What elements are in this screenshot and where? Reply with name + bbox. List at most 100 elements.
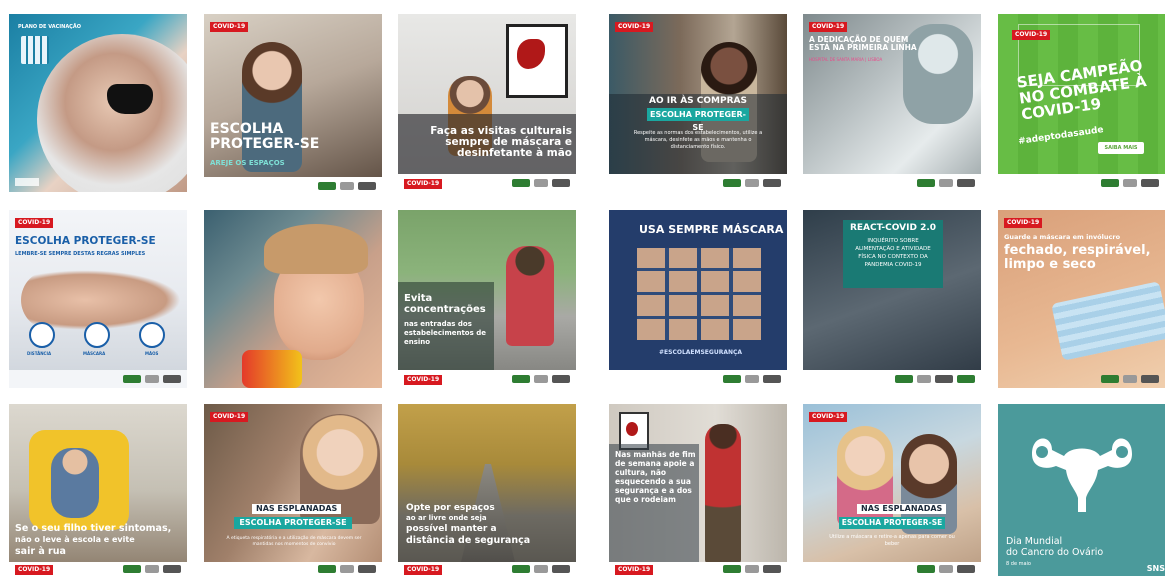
tile-body: Respeite as normas dos estabelecimentos,… (633, 130, 763, 150)
tile-footer: COVID-19 (398, 370, 576, 388)
covid-badge: COVID-19 (809, 412, 848, 422)
tile-footer (803, 370, 981, 388)
covid-badge: COVID-19 (210, 22, 249, 32)
tile-title: USA SEMPRE MÁSCARA (639, 223, 784, 236)
post-tile-mask-storage[interactable]: COVID-19 Guarde a máscara em invólucro f… (998, 210, 1165, 388)
covid-badge: COVID-19 (404, 179, 443, 189)
tile-title: NAS ESPLANADAS (252, 504, 342, 515)
person-shape (705, 424, 741, 564)
tile-title: A DEDICAÇÃO DE QUEM ESTÁ NA PRIMEIRA LIN… (809, 35, 917, 52)
uterus-icon (1032, 438, 1132, 512)
tile-title: REACT-COVID 2.0 (849, 223, 937, 233)
vaccine-vials-icon (21, 36, 49, 64)
tile-title: ESCOLHA PROTEGER-SE (210, 121, 320, 152)
tile-footer (204, 562, 382, 576)
tile-footer (998, 174, 1165, 192)
post-tile-ventilation[interactable]: COVID-19 ESCOLHA PROTEGER-SE AREJE OS ES… (204, 14, 382, 192)
icon-label-mask: MÁSCARA (83, 351, 106, 356)
tile-footer (609, 370, 787, 388)
tile-title-line3: sair à rua (15, 546, 66, 557)
tile-title: fechado, respirável, limpo e seco (1004, 243, 1151, 272)
tile-title: Faça as visitas culturais sempre de másc… (430, 125, 572, 160)
tile-footer: COVID-19 (609, 562, 787, 576)
covid-badge: COVID-19 (615, 565, 654, 575)
mask-shape (107, 84, 153, 114)
tile-body: INQUÉRITO SOBRE ALIMENTAÇÃO E ATIVIDADE … (855, 238, 931, 268)
post-tile-avoid-crowds[interactable]: Evita concentrações nas entradas dos est… (398, 210, 576, 388)
sns-logo: SNS (1146, 564, 1165, 573)
tile-badge: PLANO DE VACINAÇÃO (18, 24, 81, 30)
covid-badge: COVID-19 (615, 22, 654, 32)
tile-title-line3: possível manter a (406, 524, 497, 534)
tile-footer: COVID-19 (398, 174, 576, 192)
tile-subtitle: AREJE OS ESPAÇOS (210, 159, 285, 167)
covid-badge: COVID-19 (15, 218, 54, 228)
tile-date: 8 de maio (1006, 561, 1031, 567)
post-tile-vaccination[interactable]: PLANO DE VACINAÇÃO (9, 14, 187, 192)
post-tile-child-eating[interactable] (204, 210, 382, 388)
hashtag: #ESCOLAEMSEGURANÇA (659, 349, 743, 356)
covid-badge: COVID-19 (404, 375, 443, 385)
tile-title-line1: Opte por espaços (406, 503, 495, 513)
tile-footer (803, 174, 981, 192)
tile-body: nas entradas dos estabelecimentos de ens… (404, 320, 486, 346)
post-tile-outdoor-spaces[interactable]: Opte por espaços ao ar livre onde seja p… (398, 404, 576, 576)
tile-title: ESCOLHA PROTEGER-SE (15, 235, 156, 247)
tile-footer: COVID-19 (9, 562, 187, 576)
post-tile-culture-visits[interactable]: Faça as visitas culturais sempre de másc… (398, 14, 576, 192)
child-hair (264, 224, 368, 274)
tile-title-line2: não o leve à escola e evite (15, 535, 135, 544)
person-shape (242, 42, 302, 172)
post-tile-ovarian-cancer[interactable]: Dia Mundial do Cancro do Ovário 8 de mai… (998, 404, 1165, 576)
tile-title: AO IR ÀS COMPRAS (649, 96, 747, 106)
republic-logo (15, 178, 39, 186)
faces-grid (637, 248, 761, 340)
post-tile-shopping[interactable]: COVID-19 AO IR ÀS COMPRAS ESCOLHA PROTEG… (609, 14, 787, 192)
covid-badge: COVID-19 (404, 565, 443, 575)
icon-label-distance: DISTÂNCIA (27, 351, 52, 356)
tile-footer (204, 177, 382, 192)
post-tile-weekend-culture[interactable]: Nas manhãs de fim de semana apoie a cult… (609, 404, 787, 576)
tile-banner: ESCOLHA PROTEGER-SE (647, 108, 749, 132)
post-tile-simple-rules[interactable]: COVID-19 ESCOLHA PROTEGER-SE LEMBRE-SE S… (9, 210, 187, 388)
post-tile-react-covid[interactable]: REACT-COVID 2.0 INQUÉRITO SOBRE ALIMENTA… (803, 210, 981, 388)
artwork-frame (506, 24, 568, 98)
hands-icon (139, 322, 165, 348)
tile-title-line2: do Cancro do Ovário (1006, 547, 1104, 558)
tile-footer (803, 562, 981, 576)
mask-icon (84, 322, 110, 348)
post-tile-terraces-2[interactable]: COVID-19 NAS ESPLANADAS ESCOLHA PROTEGER… (803, 404, 981, 576)
post-tile-champion[interactable]: COVID-19 SEJA CAMPEÃO NO COMBATE À COVID… (998, 14, 1165, 192)
post-tile-terraces-1[interactable]: COVID-19 NAS ESPLANADAS ESCOLHA PROTEGER… (204, 404, 382, 576)
tile-banner: ESCOLHA PROTEGER-SE (839, 517, 945, 529)
icon-label-hands: MÃOS (145, 351, 159, 356)
person-backpack (506, 246, 554, 346)
covid-badge: COVID-19 (809, 22, 848, 32)
covid-badge: COVID-19 (210, 412, 249, 422)
tile-banner: ESCOLHA PROTEGER-SE (234, 517, 352, 529)
tile-footer: COVID-19 (398, 562, 576, 576)
tile-footer (609, 174, 787, 192)
post-tile-first-line[interactable]: COVID-19 A DEDICAÇÃO DE QUEM ESTÁ NA PRI… (803, 14, 981, 192)
tile-title: Nas manhãs de fim de semana apoie a cult… (615, 450, 696, 504)
saiba-mais-button[interactable]: SAIBA MAIS (1098, 142, 1144, 154)
child-shape (51, 448, 99, 518)
covid-badge: COVID-19 (1004, 218, 1043, 228)
post-tile-always-mask[interactable]: USA SEMPRE MÁSCARA #ESCOLAEMSEGURANÇA (609, 210, 787, 388)
covid-badge: COVID-19 (15, 565, 54, 575)
tile-title-line1: Dia Mundial (1006, 536, 1063, 547)
hands-shape (21, 270, 181, 330)
tile-title-line1: Se o seu filho tiver sintomas, (15, 523, 172, 534)
tile-body: A etiqueta respiratória e a utilização d… (226, 536, 362, 547)
tile-subtitle: LEMBRE-SE SEMPRE DESTAS REGRAS SIMPLES (15, 251, 146, 257)
tile-footer (9, 370, 187, 388)
distance-icon (29, 322, 55, 348)
covid-badge: COVID-19 (1012, 30, 1051, 40)
post-tile-child-symptoms[interactable]: Se o seu filho tiver sintomas, não o lev… (9, 404, 187, 576)
tile-title-line2: ao ar livre onde seja (406, 514, 487, 522)
cup-shape (242, 350, 302, 388)
tile-subtitle: Guarde a máscara em invólucro (1004, 233, 1121, 241)
tile-title: NAS ESPLANADAS (857, 504, 947, 515)
tile-title: Evita concentrações (404, 293, 486, 315)
tile-subtitle: HOSPITAL DE SANTA MARIA | LISBOA (809, 57, 883, 62)
